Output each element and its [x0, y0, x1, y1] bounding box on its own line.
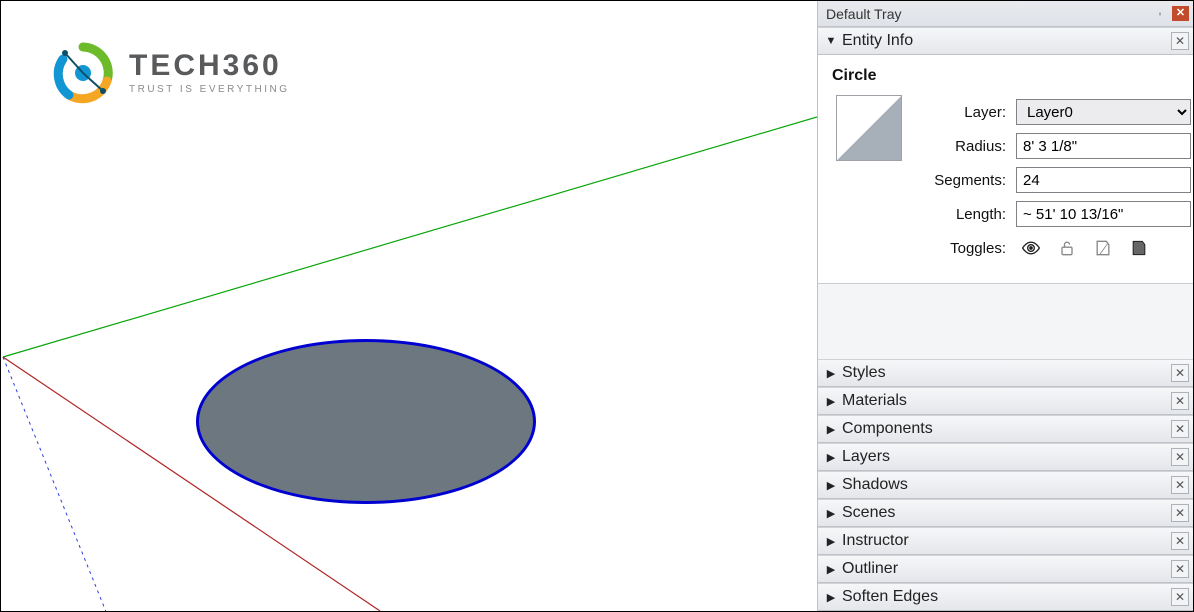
- chevron-right-icon: [824, 507, 838, 520]
- material-swatch[interactable]: [836, 95, 902, 161]
- tray-titlebar[interactable]: Default Tray ✕: [818, 1, 1193, 27]
- section-label: Styles: [842, 364, 1171, 382]
- radius-label: Radius:: [930, 138, 1008, 155]
- section-outliner[interactable]: Outliner✕: [818, 555, 1193, 583]
- section-close-button[interactable]: ✕: [1171, 476, 1189, 494]
- logo-brand: TECH360: [129, 51, 289, 81]
- section-label: Materials: [842, 392, 1171, 410]
- watermark-logo: TECH360 TRUST IS EVERYTHING: [51, 41, 289, 105]
- section-close-button[interactable]: ✕: [1171, 588, 1189, 606]
- visibility-toggle-icon[interactable]: [1020, 238, 1042, 258]
- section-scenes[interactable]: Scenes✕: [818, 499, 1193, 527]
- section-instructor[interactable]: Instructor✕: [818, 527, 1193, 555]
- section-close-button[interactable]: ✕: [1171, 448, 1189, 466]
- section-close-button[interactable]: ✕: [1171, 560, 1189, 578]
- close-tray-button[interactable]: ✕: [1172, 6, 1189, 21]
- logo-mark-icon: [51, 41, 115, 105]
- section-label: Soften Edges: [842, 588, 1171, 606]
- section-components[interactable]: Components✕: [818, 415, 1193, 443]
- section-label: Outliner: [842, 560, 1171, 578]
- chevron-right-icon: [824, 367, 838, 380]
- segments-label: Segments:: [930, 172, 1008, 189]
- section-close-button[interactable]: ✕: [1171, 504, 1189, 522]
- selected-circle-entity[interactable]: [196, 339, 536, 504]
- radius-input[interactable]: [1016, 133, 1191, 159]
- pin-icon[interactable]: [1152, 6, 1168, 22]
- section-label: Entity Info: [842, 32, 1171, 50]
- cast-shadows-icon[interactable]: [1092, 238, 1114, 258]
- section-close-button[interactable]: ✕: [1171, 420, 1189, 438]
- entity-info-body: Circle Layer: Layer0 Radius: Segments:: [818, 55, 1193, 284]
- layer-label: Layer:: [930, 104, 1008, 121]
- toggles-label: Toggles:: [930, 240, 1008, 257]
- section-styles[interactable]: Styles✕: [818, 359, 1193, 387]
- section-entity-info[interactable]: Entity Info ✕: [818, 27, 1193, 55]
- length-input[interactable]: [1016, 201, 1191, 227]
- chevron-right-icon: [824, 395, 838, 408]
- section-close-button[interactable]: ✕: [1171, 32, 1189, 50]
- layer-select[interactable]: Layer0: [1016, 99, 1191, 125]
- chevron-right-icon: [824, 535, 838, 548]
- section-soften-edges[interactable]: Soften Edges✕: [818, 583, 1193, 611]
- length-label: Length:: [930, 206, 1008, 223]
- tray-gap: [818, 284, 1193, 359]
- section-close-button[interactable]: ✕: [1171, 392, 1189, 410]
- chevron-right-icon: [824, 591, 838, 604]
- section-label: Scenes: [842, 504, 1171, 522]
- chevron-right-icon: [824, 563, 838, 576]
- default-tray-panel: Default Tray ✕ Entity Info ✕ Circle Laye…: [817, 1, 1193, 611]
- section-layers[interactable]: Layers✕: [818, 443, 1193, 471]
- section-label: Instructor: [842, 532, 1171, 550]
- logo-tagline: TRUST IS EVERYTHING: [129, 85, 289, 95]
- chevron-right-icon: [824, 451, 838, 464]
- section-materials[interactable]: Materials✕: [818, 387, 1193, 415]
- section-label: Shadows: [842, 476, 1171, 494]
- viewport-3d[interactable]: TECH360 TRUST IS EVERYTHING: [1, 1, 817, 611]
- receive-shadows-icon[interactable]: [1128, 238, 1150, 258]
- entity-type: Circle: [830, 63, 1181, 95]
- tray-title: Default Tray: [826, 6, 901, 22]
- section-close-button[interactable]: ✕: [1171, 364, 1189, 382]
- chevron-down-icon: [824, 35, 838, 47]
- section-shadows[interactable]: Shadows✕: [818, 471, 1193, 499]
- lock-toggle-icon[interactable]: [1056, 238, 1078, 258]
- chevron-right-icon: [824, 479, 838, 492]
- section-label: Components: [842, 420, 1171, 438]
- section-close-button[interactable]: ✕: [1171, 532, 1189, 550]
- section-label: Layers: [842, 448, 1171, 466]
- chevron-right-icon: [824, 423, 838, 436]
- segments-input[interactable]: [1016, 167, 1191, 193]
